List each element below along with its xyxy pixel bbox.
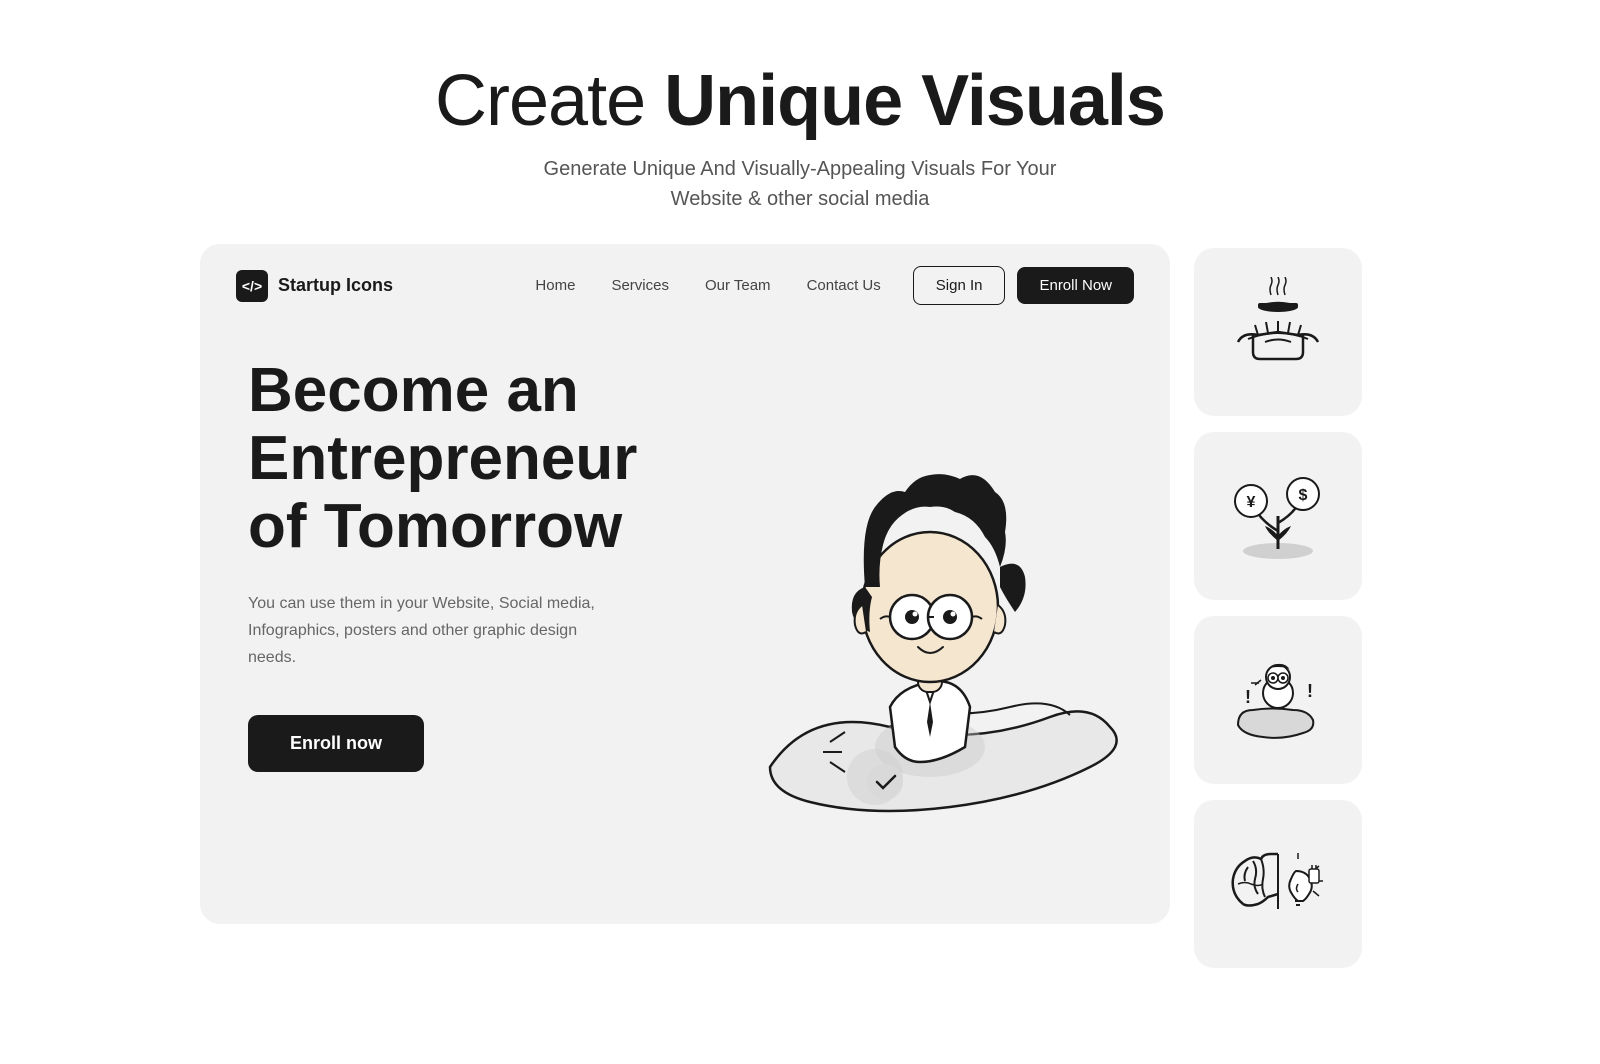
signin-button[interactable]: Sign In [913, 266, 1006, 305]
main-layout: </> Startup Icons Home Services Our Team… [200, 244, 1400, 968]
enroll-now-button[interactable]: Enroll Now [1017, 267, 1134, 304]
brain-idea-icon [1223, 829, 1333, 939]
icon-card-support: ! ! [1194, 616, 1362, 784]
nav-our-team[interactable]: Our Team [705, 277, 771, 294]
svg-text:$: $ [1299, 487, 1308, 504]
svg-text:!: ! [1245, 687, 1251, 707]
person-illustration [690, 347, 1130, 867]
website-preview-card: </> Startup Icons Home Services Our Team… [200, 244, 1170, 924]
money-growth-icon: ¥ $ [1223, 461, 1333, 571]
side-icon-cards: ¥ $ [1194, 248, 1362, 968]
subtitle: Generate Unique And Visually-Appealing V… [435, 154, 1165, 214]
icon-card-brain-idea [1194, 800, 1362, 968]
icon-card-money-growth: ¥ $ [1194, 432, 1362, 600]
hero-text: Become an Entrepreneur of Tomorrow You c… [248, 357, 688, 772]
nav-home[interactable]: Home [535, 277, 575, 294]
svg-text:¥: ¥ [1247, 494, 1256, 511]
icon-card-handshake [1194, 248, 1362, 416]
support-icon: ! ! [1223, 645, 1333, 755]
nav-contact[interactable]: Contact Us [807, 277, 881, 294]
enroll-hero-button[interactable]: Enroll now [248, 715, 424, 772]
hero-illustration [690, 347, 1130, 867]
brand: </> Startup Icons [236, 270, 393, 302]
svg-text:!: ! [1307, 681, 1313, 701]
brand-name: Startup Icons [278, 275, 393, 296]
hero-description: You can use them in your Website, Social… [248, 590, 608, 672]
nav-buttons: Sign In Enroll Now [913, 266, 1134, 305]
hero-section: Become an Entrepreneur of Tomorrow You c… [200, 327, 1170, 867]
nav-links: Home Services Our Team Contact Us [535, 277, 880, 294]
page-heading: Create Unique Visuals Generate Unique An… [435, 60, 1165, 214]
navbar: </> Startup Icons Home Services Our Team… [200, 244, 1170, 327]
handshake-icon [1223, 277, 1333, 387]
brand-icon: </> [236, 270, 268, 302]
hero-title: Become an Entrepreneur of Tomorrow [248, 357, 688, 562]
nav-services[interactable]: Services [611, 277, 669, 294]
main-title: Create Unique Visuals [435, 60, 1165, 142]
